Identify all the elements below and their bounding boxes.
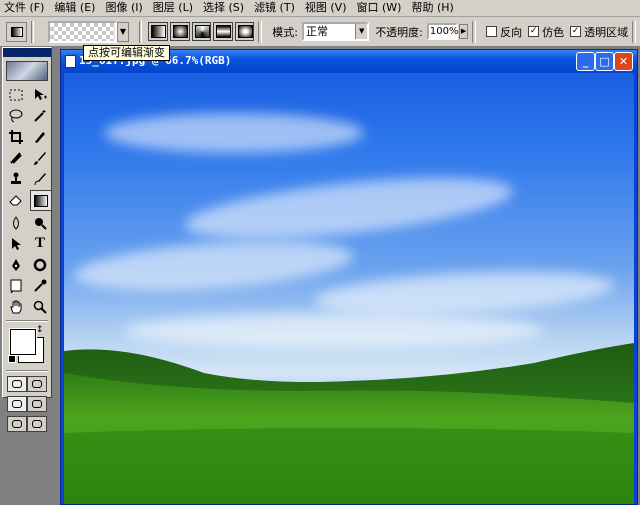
reverse-checkbox[interactable]: 反向	[486, 24, 522, 40]
divider	[6, 320, 48, 322]
mode-label: 模式:	[272, 25, 299, 39]
default-colors-icon[interactable]	[8, 355, 16, 363]
hand-icon[interactable]	[6, 297, 26, 316]
notes-icon[interactable]	[6, 276, 26, 295]
green-hills	[64, 343, 634, 504]
menu-filter[interactable]: 滤镜 (T)	[250, 0, 301, 16]
diamond-gradient-button[interactable]	[234, 22, 255, 41]
zoom-icon[interactable]	[30, 297, 50, 316]
brush-icon[interactable]	[30, 148, 50, 167]
clone-stamp-icon[interactable]	[6, 169, 26, 188]
jump-to-imageready-icon[interactable]	[27, 416, 47, 432]
dither-checkbox[interactable]: ✓ 仿色	[528, 24, 564, 40]
tool-preset-picker[interactable]	[6, 21, 27, 42]
blur-icon[interactable]	[6, 213, 26, 232]
document-icon	[65, 55, 76, 68]
photoshop-logo[interactable]	[6, 61, 48, 81]
image-canvas[interactable]	[64, 73, 634, 504]
divider	[138, 20, 143, 43]
divider	[472, 20, 477, 43]
eraser-icon[interactable]	[6, 190, 26, 209]
jump-row	[3, 414, 51, 434]
move-icon[interactable]	[30, 85, 50, 104]
chevron-down-icon: ▼	[355, 24, 368, 39]
quick-mask-button[interactable]	[27, 376, 47, 392]
menu-edit[interactable]: 编辑 (E)	[50, 0, 101, 16]
menu-file[interactable]: 文件 (F)	[0, 0, 50, 16]
menu-select[interactable]: 选择 (S)	[199, 0, 250, 16]
mode-select[interactable]: 正常 ▼	[302, 22, 370, 41]
gradient-dropdown-arrow[interactable]: ▼	[117, 21, 129, 42]
type-icon[interactable]: T	[30, 234, 50, 253]
dither-label: 仿色	[542, 25, 565, 39]
toolbox-titlebar[interactable]	[3, 48, 51, 57]
pen-icon[interactable]	[6, 255, 26, 274]
marquee-icon[interactable]	[6, 85, 26, 104]
eyedropper-icon[interactable]	[30, 276, 50, 295]
shape-icon[interactable]	[30, 255, 50, 274]
mode-value: 正常	[306, 25, 329, 38]
standard-mode-button[interactable]	[7, 376, 27, 392]
healing-brush-icon[interactable]	[6, 148, 26, 167]
history-brush-icon[interactable]	[30, 169, 50, 188]
crop-icon[interactable]	[6, 127, 26, 146]
close-button[interactable]: ✕	[614, 52, 633, 71]
menu-bar: 文件 (F) 编辑 (E) 图像 (I) 图层 (L) 选择 (S) 滤镜 (T…	[0, 0, 640, 17]
menu-window[interactable]: 窗口 (W)	[352, 0, 407, 16]
full-screen-menu-button[interactable]	[27, 396, 47, 412]
standard-screen-button[interactable]	[7, 396, 27, 412]
slice-icon[interactable]	[30, 127, 50, 146]
opacity-field[interactable]: 100%	[426, 23, 459, 40]
screen-mode-row	[3, 394, 51, 414]
color-swatches: ↕	[6, 325, 48, 367]
divider	[258, 20, 263, 43]
magic-wand-icon[interactable]	[30, 106, 50, 125]
linear-gradient-button[interactable]	[148, 22, 168, 41]
gradient-picker[interactable]	[48, 20, 118, 43]
transparency-label: 透明区域	[584, 25, 629, 39]
path-select-icon[interactable]	[6, 234, 26, 253]
lasso-icon[interactable]	[6, 106, 26, 125]
menu-view[interactable]: 视图 (V)	[301, 0, 353, 16]
quick-mask-row	[3, 374, 51, 394]
radial-gradient-button[interactable]	[170, 22, 190, 41]
divider	[6, 370, 48, 372]
dodge-icon[interactable]	[30, 213, 50, 232]
menu-image[interactable]: 图像 (I)	[101, 0, 148, 16]
checkbox-unchecked-icon	[486, 26, 498, 37]
swap-colors-icon[interactable]: ↕	[36, 325, 44, 335]
maximize-button[interactable]: □	[595, 52, 614, 71]
document-window: 15_61f.jpg @ 66.7%(RGB) _ □ ✕	[60, 49, 638, 505]
options-bar: ▼ 模式: 正常 ▼ 不透明度: 100% ▶ 反向 ✓ 仿色 ✓ 透明区域	[0, 17, 640, 47]
checkbox-checked-icon: ✓	[570, 26, 582, 37]
transparency-checkbox[interactable]: ✓ 透明区域	[570, 24, 628, 40]
tooltip: 点按可编辑渐变	[83, 45, 170, 61]
menu-help[interactable]: 帮助 (H)	[407, 0, 459, 16]
tool-grid: T	[3, 83, 52, 318]
menu-layer[interactable]: 图层 (L)	[149, 0, 199, 16]
angle-gradient-button[interactable]	[191, 22, 212, 41]
foreground-color-swatch[interactable]	[9, 328, 37, 356]
opacity-label: 不透明度:	[375, 25, 423, 39]
jump-to-imageready-button[interactable]	[7, 416, 27, 432]
toolbox: T ↕	[2, 47, 52, 432]
minimize-button[interactable]: _	[576, 52, 595, 71]
checkbox-checked-icon: ✓	[528, 26, 540, 37]
divider	[632, 20, 637, 43]
reverse-label: 反向	[500, 25, 523, 39]
reflected-gradient-button[interactable]	[213, 22, 233, 41]
gradient-icon[interactable]	[30, 190, 52, 211]
divider	[30, 20, 35, 43]
opacity-slider-arrow[interactable]: ▶	[458, 24, 469, 39]
